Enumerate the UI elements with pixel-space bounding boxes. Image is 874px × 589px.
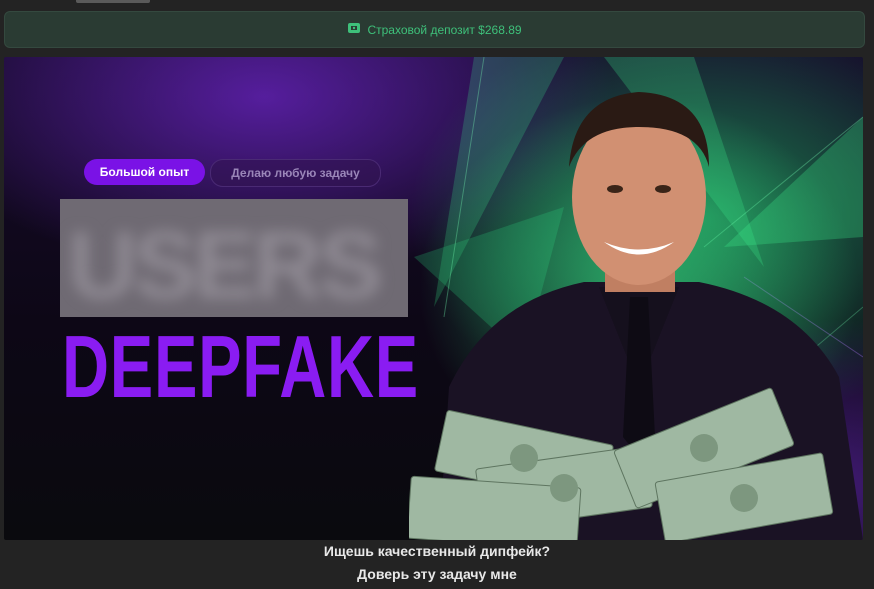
tag-big-experience: Большой опыт xyxy=(84,159,205,185)
man-portrait-illustration xyxy=(409,92,863,540)
top-tab-indicator[interactable] xyxy=(76,0,150,3)
service-banner-image[interactable]: Большой опыт Делаю любую задачу USERS DE… xyxy=(4,57,863,540)
shield-money-icon xyxy=(347,21,361,38)
insurance-deposit-banner: Страховой депозит $268.89 xyxy=(4,11,865,48)
caption-line-2: Доверь эту задачу мне xyxy=(357,566,517,582)
headline-deepfake: DEEPFAKE xyxy=(62,317,419,416)
caption-line-1: Ищешь качественный дипфейк? xyxy=(323,543,551,559)
tag-any-task: Делаю любую задачу xyxy=(210,159,381,187)
deposit-text: Страховой депозит $268.89 xyxy=(367,22,522,37)
blurred-title: USERS xyxy=(60,199,408,317)
